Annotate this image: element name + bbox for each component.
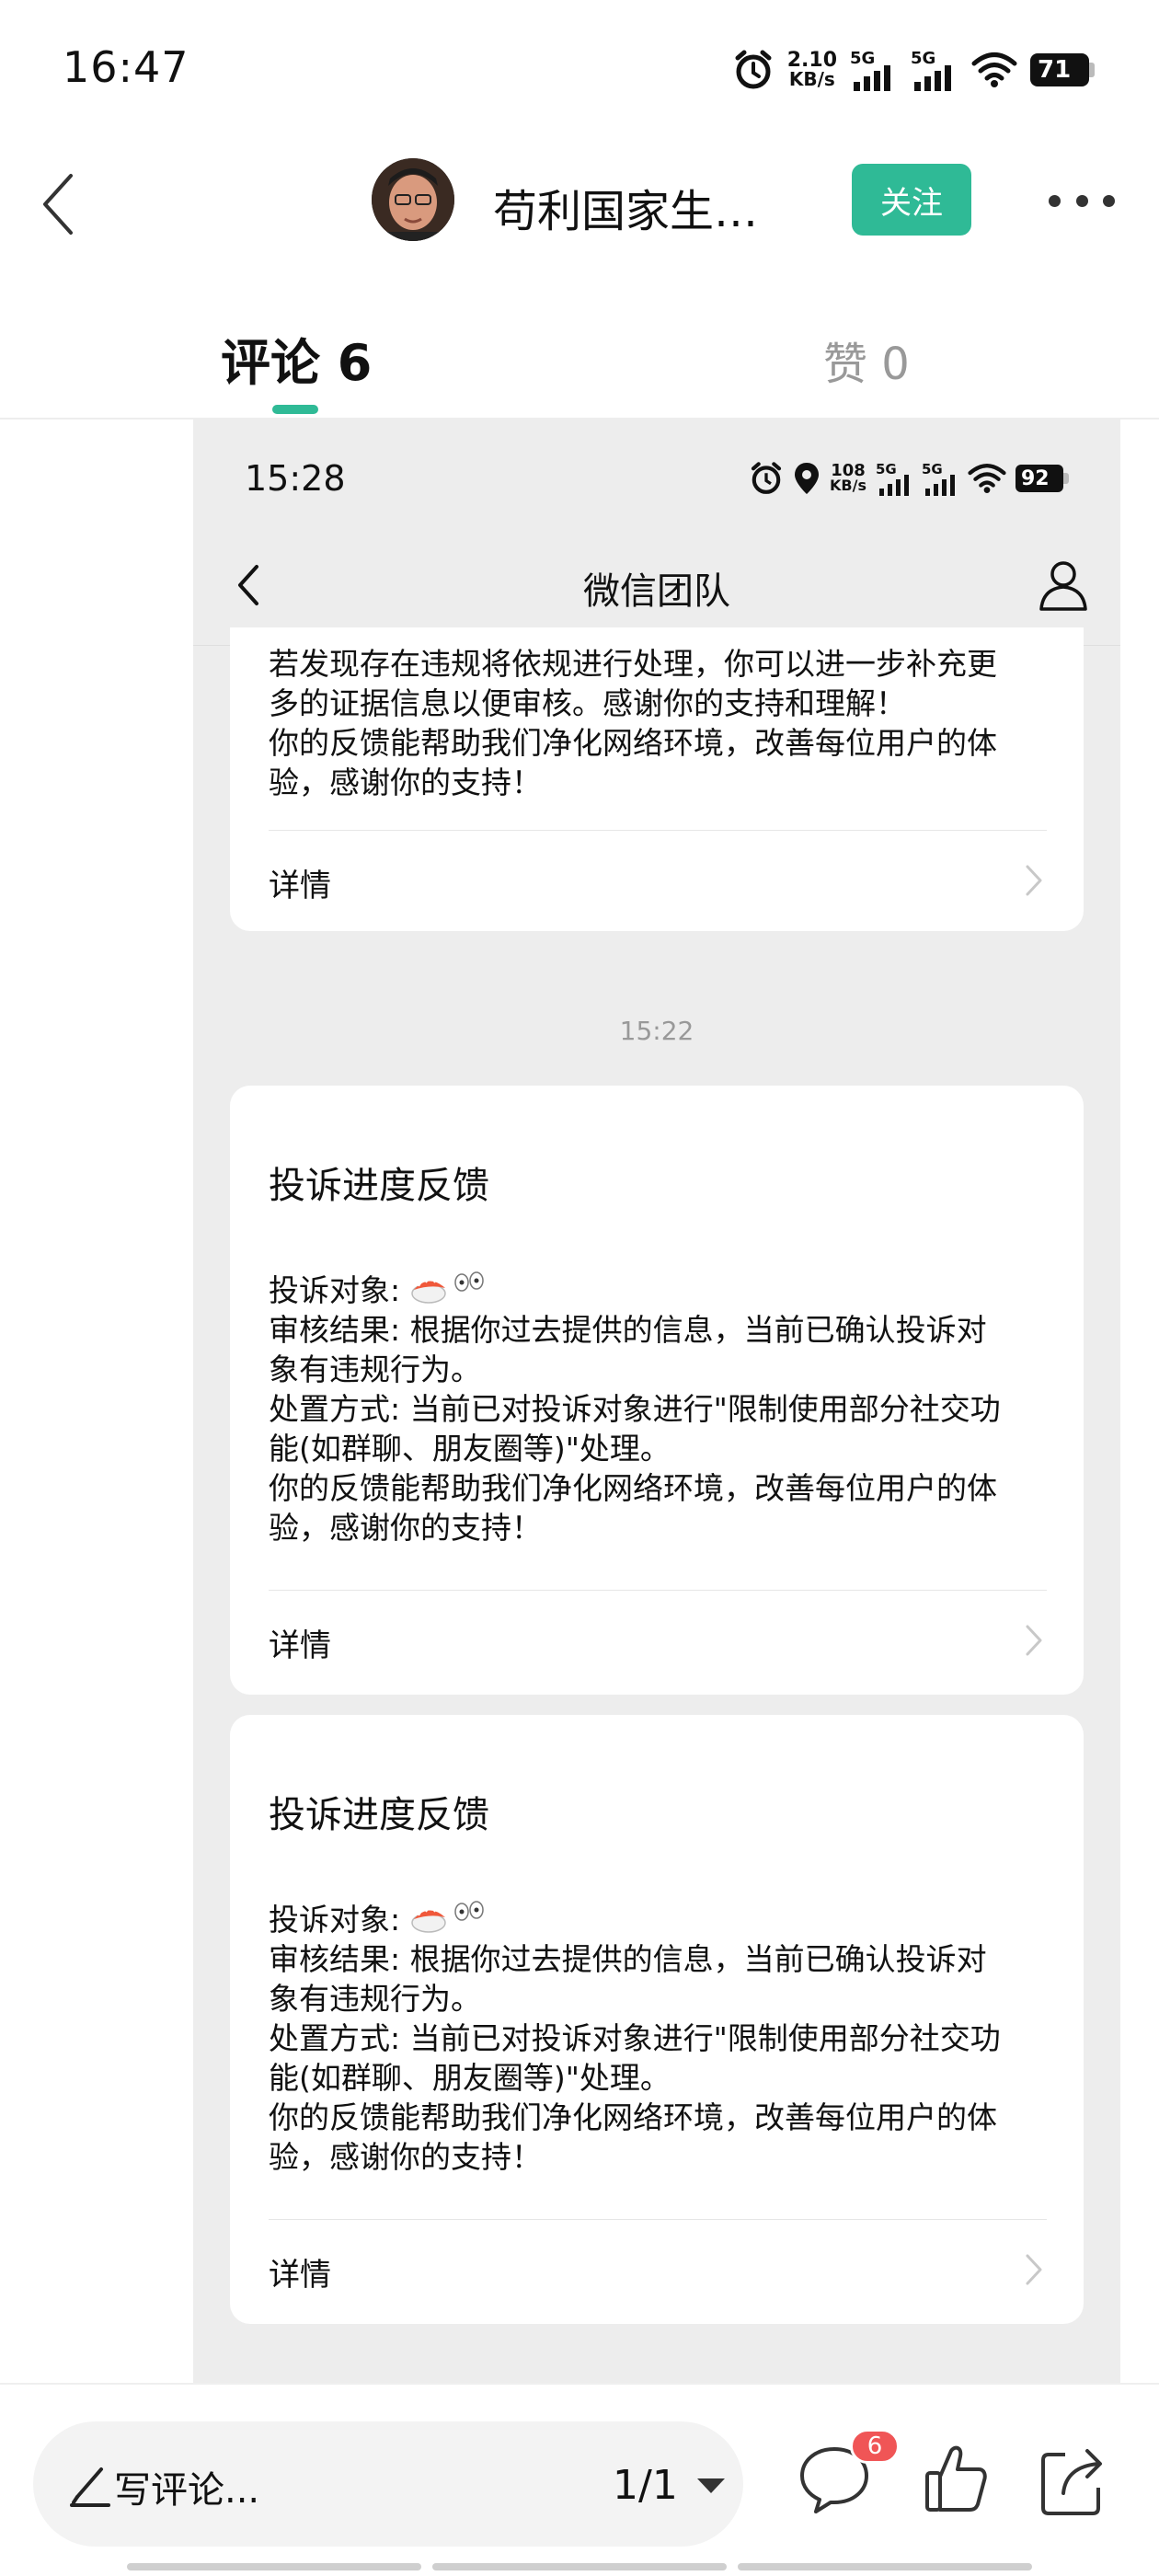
card-title: 投诉进度反馈 — [269, 1794, 489, 1836]
avatar[interactable] — [372, 158, 454, 241]
comment-count-badge: 6 — [850, 2429, 900, 2464]
thumbs-up-icon[interactable] — [924, 2440, 988, 2517]
card-title: 投诉进度反馈 — [269, 1165, 489, 1207]
detail-row[interactable]: 详情 — [230, 2220, 1084, 2321]
card-body-line: 多的证据信息以便审核。感谢你的支持和理解！ — [269, 685, 906, 721]
card-body-line: 能(如群聊、朋友圈等)"处理。 — [269, 2060, 671, 2096]
message-card: 投诉进度反馈 投诉对象: 审核结果: 根据你过去提供的信息，当前已确认投诉对 象… — [230, 1086, 1084, 1695]
wifi-icon — [968, 464, 1006, 493]
card-body: 投诉对象: 审核结果: 根据你过去提供的信息，当前已确认投诉对 象有违规行为。 … — [269, 1270, 1047, 1547]
sushi-emoji-icon — [410, 1901, 484, 1933]
embedded-status-bar: 15:28 108 KB/s 5G 5G 92 — [193, 420, 1120, 521]
author-name[interactable]: 苟利国家生… — [493, 175, 758, 239]
status-icons: 2.10 KB/s 5G 5G 71 — [732, 42, 1095, 98]
detail-row[interactable]: 详情 — [230, 831, 1084, 932]
status-time: 16:47 — [63, 42, 189, 92]
tab-bar: 评论 6 赞 0 — [0, 304, 1159, 420]
card-body-line: 象有违规行为。 — [269, 1351, 481, 1387]
message-timestamp: 15:22 — [619, 1016, 694, 1046]
complaint-target-label: 投诉对象: — [269, 1272, 410, 1308]
page-indicator[interactable]: 1/1 — [613, 2462, 678, 2509]
gesture-indicator — [127, 2563, 1032, 2570]
tab-likes[interactable]: 赞 0 — [823, 328, 910, 392]
signal-icon: 5G — [850, 49, 898, 91]
card-body: 投诉对象: 审核结果: 根据你过去提供的信息，当前已确认投诉对 象有违规行为。 … — [269, 1899, 1047, 2177]
message-card: 若发现存在违规将依规进行处理，你可以进一步补充更 多的证据信息以便审核。感谢你的… — [230, 627, 1084, 931]
card-body-line: 你的反馈能帮助我们净化网络环境，改善每位用户的体 — [269, 1470, 997, 1506]
write-comment-input[interactable]: 写评论... 1/1 — [33, 2421, 743, 2547]
bottom-action-bar: 写评论... 1/1 6 — [0, 2383, 1159, 2576]
signal-icon: 5G — [922, 461, 958, 496]
network-speed: 2.10 KB/s — [786, 49, 837, 90]
complaint-target-line: 投诉对象: — [269, 1899, 1047, 1939]
more-options-button[interactable] — [1049, 175, 1115, 226]
wifi-icon — [971, 52, 1017, 87]
complaint-target-line: 投诉对象: — [269, 1270, 1047, 1310]
battery-level: 92 — [1016, 465, 1063, 492]
card-body-line: 审核结果: 根据你过去提供的信息，当前已确认投诉对 — [269, 1941, 987, 1977]
embedded-status-time: 15:28 — [245, 458, 346, 499]
sushi-emoji-icon — [410, 1271, 484, 1304]
embedded-status-icons: 108 KB/s 5G 5G 92 — [749, 458, 1069, 499]
network-speed-value: 2.10 — [786, 49, 837, 72]
card-body-line: 处置方式: 当前已对投诉对象进行"限制使用部分社交功 — [269, 2020, 1001, 2056]
battery-icon: 92 — [1016, 465, 1069, 492]
chevron-left-icon — [43, 174, 73, 235]
status-bar: 16:47 2.10 KB/s 5G 5G 71 — [0, 0, 1159, 138]
card-body: 若发现存在违规将依规进行处理，你可以进一步补充更 多的证据信息以便审核。感谢你的… — [269, 644, 1047, 802]
chevron-right-icon — [1026, 865, 1042, 896]
card-body-line: 处置方式: 当前已对投诉对象进行"限制使用部分社交功 — [269, 1391, 1001, 1427]
post-header: 苟利国家生… 关注 — [0, 138, 1159, 267]
embedded-screenshot[interactable]: 15:28 108 KB/s 5G 5G 92 微信团队 若发现存在违规将依规进… — [193, 420, 1120, 2383]
caret-down-icon[interactable] — [695, 2477, 727, 2495]
chevron-right-icon — [1026, 1625, 1042, 1656]
battery-level: 71 — [1030, 53, 1089, 86]
tab-comments[interactable]: 评论 6 — [221, 322, 372, 395]
card-body-line: 验，感谢你的支持！ — [269, 1510, 542, 1546]
detail-label: 详情 — [269, 1627, 331, 1664]
network-speed-unit: KB/s — [830, 477, 866, 494]
detail-label: 详情 — [269, 868, 331, 904]
write-comment-placeholder: 写评论... — [114, 2469, 260, 2512]
pen-icon — [70, 2467, 110, 2507]
card-body-line: 审核结果: 根据你过去提供的信息，当前已确认投诉对 — [269, 1312, 987, 1348]
follow-button[interactable]: 关注 — [852, 164, 971, 236]
embedded-message-list: 若发现存在违规将依规进行处理，你可以进一步补充更 多的证据信息以便审核。感谢你的… — [193, 627, 1120, 2383]
active-tab-indicator — [272, 405, 318, 414]
alarm-icon — [735, 50, 772, 89]
message-card: 投诉进度反馈 投诉对象: 审核结果: 根据你过去提供的信息，当前已确认投诉对 象… — [230, 1715, 1084, 2324]
embedded-profile-button[interactable] — [1034, 556, 1093, 615]
card-body-line: 验，感谢你的支持！ — [269, 765, 542, 800]
dot-icon — [1049, 194, 1061, 207]
network-speed: 108 KB/s — [830, 463, 866, 494]
battery-icon: 71 — [1030, 53, 1095, 86]
location-icon — [795, 463, 820, 494]
network-speed-unit: KB/s — [788, 68, 835, 90]
card-body-line: 若发现存在违规将依规进行处理，你可以进一步补充更 — [269, 646, 997, 682]
dot-icon — [1075, 194, 1088, 207]
card-body-line: 验，感谢你的支持！ — [269, 2139, 542, 2175]
card-body-line: 能(如群聊、朋友圈等)"处理。 — [269, 1431, 671, 1466]
embedded-chat-title: 微信团队 — [583, 570, 730, 613]
share-icon[interactable] — [1039, 2442, 1104, 2517]
complaint-target-label: 投诉对象: — [269, 1902, 410, 1938]
card-body-line: 你的反馈能帮助我们净化网络环境，改善每位用户的体 — [269, 2099, 997, 2135]
back-button[interactable] — [26, 167, 90, 241]
detail-row[interactable]: 详情 — [230, 1591, 1084, 1692]
card-body-line: 象有违规行为。 — [269, 1981, 481, 2017]
signal-icon: 5G — [911, 49, 958, 91]
detail-label: 详情 — [269, 2257, 331, 2294]
dot-icon — [1103, 194, 1115, 207]
user-icon — [1039, 561, 1087, 611]
chevron-right-icon — [1026, 2254, 1042, 2285]
signal-icon: 5G — [876, 461, 912, 496]
alarm-icon — [751, 462, 782, 494]
card-body-line: 你的反馈能帮助我们净化网络环境，改善每位用户的体 — [269, 725, 997, 761]
